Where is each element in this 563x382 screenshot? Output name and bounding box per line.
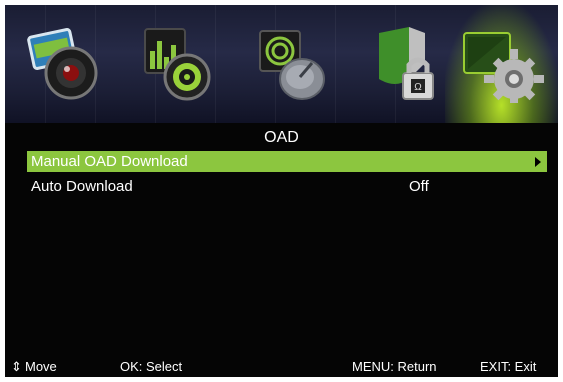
updown-icon: ⇕ [11, 359, 22, 374]
tv-menu-screen: Ω OAD Manual OAD Download Auto Download … [5, 5, 558, 377]
hint-ok-select: OK: Select [120, 359, 183, 374]
menu-item-value: Off [409, 178, 429, 195]
channel-icon[interactable] [250, 23, 336, 109]
setup-gear-icon[interactable] [460, 23, 546, 109]
page-title: OAD [264, 129, 299, 146]
menu-item-manual-oad-download[interactable]: Manual OAD Download [27, 151, 547, 172]
menu-item-auto-download[interactable]: Auto Download Off [27, 176, 547, 197]
hint-move: Move [25, 359, 57, 374]
svg-text:Ω: Ω [414, 82, 422, 93]
hint-exit: EXIT: Exit [480, 359, 537, 374]
hint-menu-return: MENU: Return [352, 359, 437, 374]
menu-item-label: Manual OAD Download [31, 153, 188, 170]
menu-item-label: Auto Download [31, 178, 133, 195]
sound-icon[interactable] [135, 23, 221, 109]
lock-icon[interactable]: Ω [365, 23, 451, 109]
picture-icon[interactable] [25, 23, 111, 109]
category-bar: Ω [5, 5, 558, 123]
footer-hint-bar: ⇕ Move OK: Select MENU: Return EXIT: Exi… [5, 357, 558, 377]
submenu-arrow-icon [535, 157, 541, 167]
